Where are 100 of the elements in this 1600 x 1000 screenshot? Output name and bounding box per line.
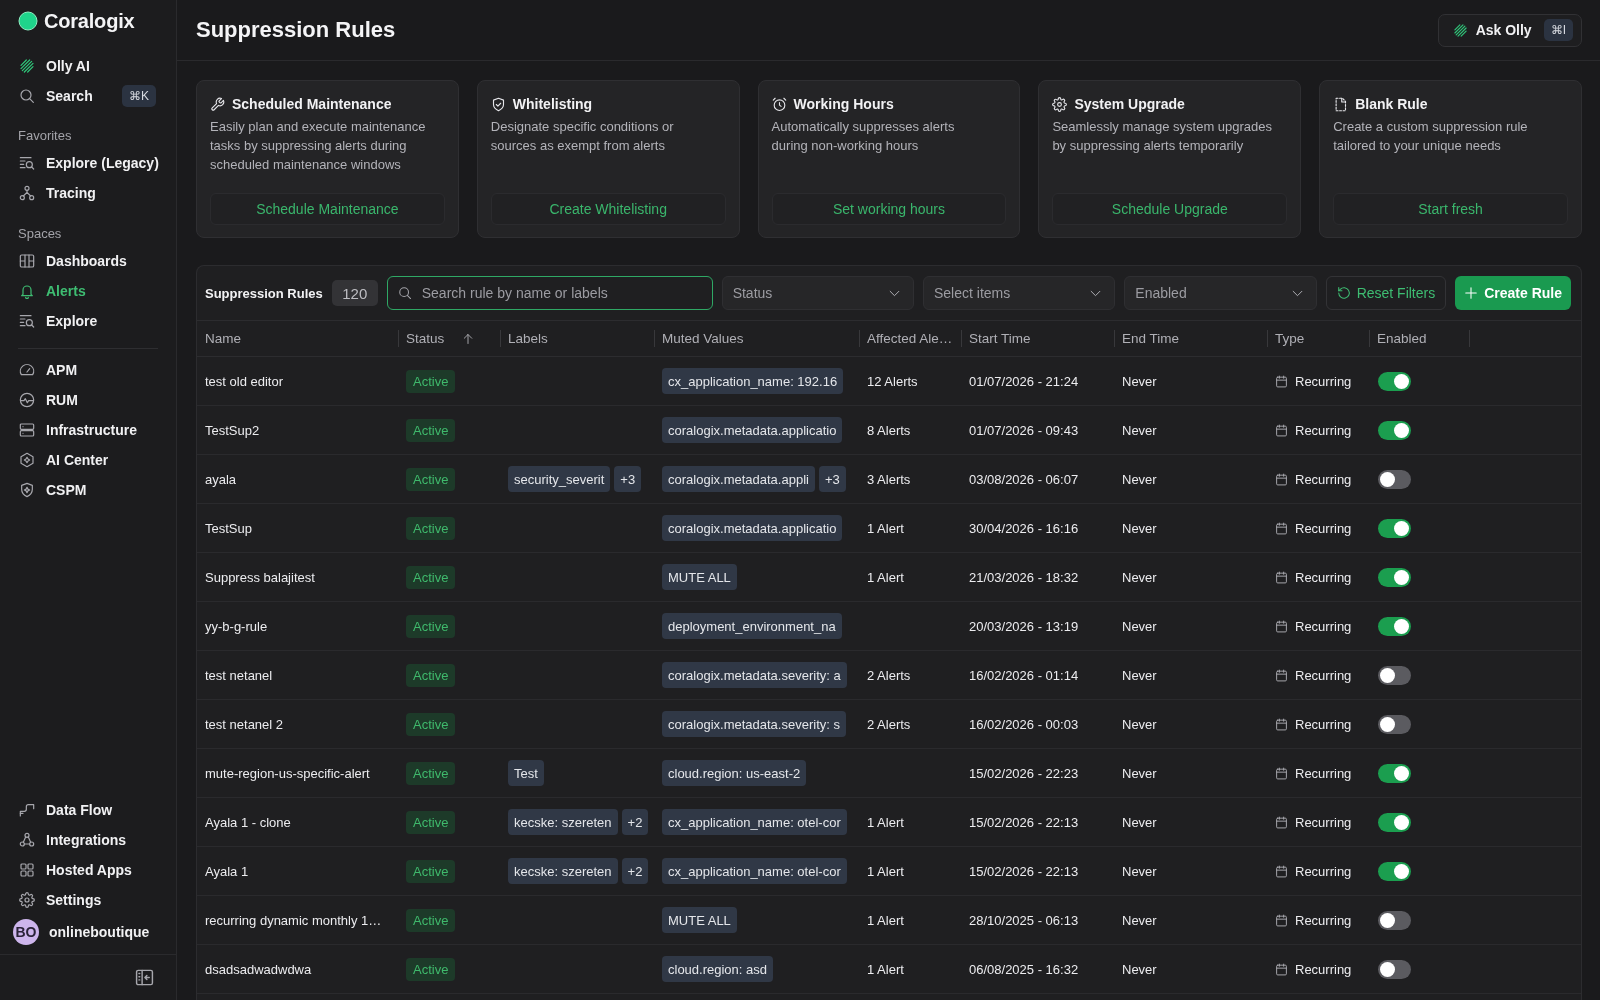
column-header[interactable]: Labels <box>508 331 548 346</box>
column-header[interactable]: Enabled <box>1377 331 1427 346</box>
calendar-icon <box>1275 913 1288 927</box>
filter-dropdown[interactable]: Status <box>721 276 914 310</box>
toggle-switch[interactable] <box>1378 420 1411 440</box>
column-header[interactable]: Start Time <box>969 331 1031 346</box>
user-menu[interactable]: BO onlineboutique <box>0 915 176 949</box>
nav-item[interactable]: Explore <box>0 306 176 336</box>
label-chip: kecske: szereten <box>508 809 618 835</box>
muted-value-chip: coralogix.metadata.severity: a <box>662 662 847 688</box>
plus-icon <box>1464 286 1479 300</box>
calendar-icon <box>1275 619 1288 633</box>
muted-value-chip: cx_application_name: otel-cor <box>662 809 847 835</box>
gauge-icon <box>19 362 35 378</box>
create-rule-button[interactable]: Create Rule <box>1455 276 1571 310</box>
status-badge: Active <box>406 614 456 638</box>
dashboard-icon <box>19 253 35 269</box>
label-chip: security_severit <box>508 466 611 492</box>
wrench-icon <box>210 96 225 112</box>
nav-item[interactable]: Explore (Legacy) <box>0 148 176 178</box>
nav-item[interactable]: RUM <box>0 385 176 415</box>
card-description: Create a custom suppression rule tailored to your unique needs <box>1333 118 1529 155</box>
card-title: Blank Rule <box>1355 96 1428 112</box>
nav-item[interactable]: Search ⌘K <box>0 81 176 111</box>
column-header[interactable]: Muted Values <box>662 331 744 346</box>
rule-name: mute-region-us-specific-alert <box>205 765 370 781</box>
search-field[interactable]: Search rule by name or labels <box>386 276 713 310</box>
toggle-switch[interactable] <box>1378 518 1411 538</box>
filter-dropdown[interactable]: Select items <box>922 276 1116 310</box>
toggle-switch[interactable] <box>1378 861 1411 881</box>
nav-item[interactable]: Olly AI <box>0 51 176 81</box>
table-cell: 21/03/2026 - 18:32 <box>969 569 1079 585</box>
nav-item[interactable]: Integrations <box>0 825 176 855</box>
filter-dropdown[interactable]: Enabled <box>1124 276 1317 310</box>
card-action-button[interactable]: Set working hours <box>771 193 1007 225</box>
table-cell: Never <box>1122 814 1157 830</box>
shield-icon <box>19 482 35 498</box>
muted-value-chip: cx_application_name: 192.16 <box>662 368 844 394</box>
column-header[interactable]: End Time <box>1122 331 1180 346</box>
nav-item[interactable]: Dashboards <box>0 246 176 276</box>
calendar-icon <box>1275 766 1288 780</box>
nav-item[interactable]: AI Center <box>0 445 176 475</box>
toggle-switch[interactable] <box>1378 959 1411 979</box>
nav-item[interactable]: Hosted Apps <box>0 855 176 885</box>
toggle-switch[interactable] <box>1378 665 1411 685</box>
reset-filters-button[interactable]: Reset Filters <box>1325 276 1447 310</box>
column-header[interactable]: Affected Ale… <box>867 331 953 346</box>
nav-item[interactable]: Tracing <box>0 178 176 208</box>
shield-check-icon <box>490 96 506 112</box>
nav-item[interactable]: Infrastructure <box>0 415 176 445</box>
table-cell: Never <box>1122 373 1157 389</box>
sidebar-toggle-icon[interactable] <box>135 968 154 987</box>
grid-icon <box>19 862 35 878</box>
toggle-switch[interactable] <box>1378 469 1411 489</box>
heartbeat-icon <box>19 392 35 408</box>
list-search-icon <box>19 155 35 171</box>
section-title: Favorites <box>17 127 73 145</box>
table-cell: 1 Alert <box>867 912 904 928</box>
dashed-page-icon <box>1333 96 1349 112</box>
toggle-switch[interactable] <box>1378 910 1411 930</box>
card-action-button[interactable]: Create Whitelisting <box>490 193 726 225</box>
status-badge: Active <box>406 369 456 393</box>
nav-item[interactable]: Settings <box>0 885 176 915</box>
settings-icon <box>19 892 35 908</box>
rule-name: recurring dynamic monthly 1… <box>205 912 382 928</box>
table-cell: Never <box>1122 520 1157 536</box>
card-description: Automatically suppresses alerts during non-working hours <box>771 118 956 155</box>
toggle-switch[interactable] <box>1378 567 1411 587</box>
table-cell: Recurring <box>1295 569 1352 585</box>
nav-item[interactable]: Data Flow <box>0 795 176 825</box>
table-cell: 1 Alert <box>867 814 904 830</box>
nav-item[interactable]: APM <box>0 355 176 385</box>
column-header[interactable]: Status <box>406 331 445 346</box>
toggle-switch[interactable] <box>1378 763 1411 783</box>
rule-name: yy-b-g-rule <box>205 618 268 634</box>
nav-item[interactable]: Alerts <box>0 276 176 306</box>
column-header[interactable]: Name <box>205 331 241 346</box>
table-cell: Recurring <box>1295 863 1352 879</box>
card-action-button[interactable]: Schedule Upgrade <box>1052 193 1288 225</box>
toggle-switch[interactable] <box>1378 714 1411 734</box>
toggle-switch[interactable] <box>1378 616 1411 636</box>
ask-olly-button[interactable]: Ask Olly ⌘I <box>1437 13 1582 47</box>
muted-value-chip: MUTE ALL <box>662 564 737 590</box>
calendar-icon <box>1275 423 1288 437</box>
calendar-icon <box>1275 570 1288 584</box>
rule-name: dsadsadwadwdwa <box>205 961 312 977</box>
toggle-switch[interactable] <box>1378 812 1411 832</box>
table-cell: 1 Alert <box>867 961 904 977</box>
table-cell: Never <box>1122 422 1157 438</box>
column-header[interactable]: Type <box>1275 331 1305 346</box>
table-cell: 12 Alerts <box>867 373 918 389</box>
card-action-button[interactable]: Start fresh <box>1333 193 1568 225</box>
table-cell: Never <box>1122 912 1157 928</box>
toggle-switch[interactable] <box>1378 371 1411 391</box>
status-badge: Active <box>406 418 456 442</box>
card-action-button[interactable]: Schedule Maintenance <box>210 193 445 225</box>
table-cell: 01/07/2026 - 09:43 <box>969 422 1079 438</box>
count-badge: 120 <box>331 280 378 306</box>
settings-icon <box>1052 96 1068 112</box>
nav-item[interactable]: CSPM <box>0 475 176 505</box>
